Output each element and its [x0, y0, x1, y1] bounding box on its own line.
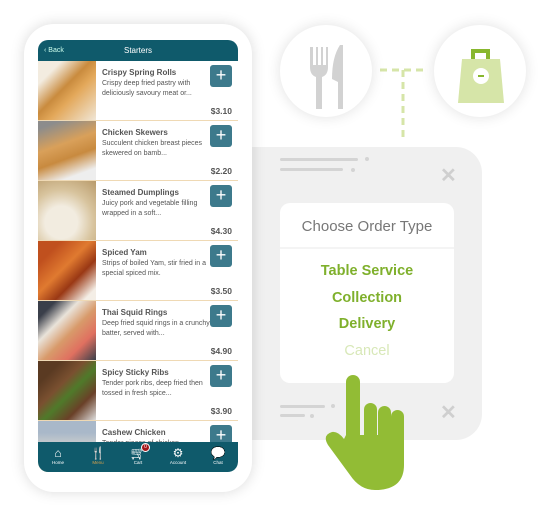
phone-screen: ‹ Back Starters Crispy Spring Rolls Cris…	[38, 40, 238, 472]
cart-icon: 🛒	[130, 446, 146, 460]
menu-item[interactable]: Spiced Yam Strips of boiled Yam, stir fr…	[38, 241, 238, 301]
add-button[interactable]: +	[210, 185, 232, 207]
pointing-hand-icon	[325, 375, 404, 490]
page-title: Starters	[123, 46, 152, 55]
gear-icon: ⚙	[172, 446, 184, 460]
chat-icon: 💬	[210, 446, 226, 460]
item-price: $3.10	[210, 106, 232, 116]
food-image	[38, 301, 96, 360]
food-image	[38, 61, 96, 120]
cart-badge: 0	[141, 443, 150, 452]
header-bar: ‹ Back Starters	[38, 40, 238, 61]
item-name: Spicy Sticky Ribs	[102, 368, 169, 377]
item-price: $3.50	[210, 286, 232, 296]
shopping-bag-icon	[458, 49, 504, 103]
plus-icon: +	[215, 365, 227, 385]
add-button[interactable]: +	[210, 65, 232, 87]
home-icon: ⌂	[54, 446, 62, 460]
add-button[interactable]: +	[210, 125, 232, 147]
option-collection[interactable]: Collection	[280, 285, 454, 312]
option-delivery[interactable]: Delivery	[280, 311, 454, 338]
tab-label: Chat	[213, 460, 223, 465]
menu-item[interactable]: Chicken Skewers Succulent chicken breast…	[38, 121, 238, 181]
plus-icon: +	[215, 245, 227, 265]
plus-icon: +	[215, 65, 227, 85]
item-name: Crispy Spring Rolls	[102, 68, 177, 77]
cutlery-icon: 🍴	[90, 446, 106, 460]
food-image	[38, 181, 96, 240]
menu-item[interactable]: Thai Squid Rings Deep fried squid rings …	[38, 301, 238, 361]
food-image	[38, 121, 96, 180]
dine-in-circle	[280, 25, 372, 117]
item-description: Crispy deep fried pastry with deliciousl…	[102, 80, 192, 97]
takeaway-circle	[434, 25, 526, 117]
tab-cart[interactable]: 🛒 Cart 0	[120, 442, 156, 472]
menu-item[interactable]: Steamed Dumplings Juicy pork and vegetab…	[38, 181, 238, 241]
item-price: $4.30	[210, 226, 232, 236]
tab-bar: ⌂ Home 🍴 Menu 🛒 Cart 0 ⚙ Account 💬 Chat	[38, 442, 238, 472]
item-description: Tender pork ribs, deep fried then tossed…	[102, 380, 203, 397]
food-image	[38, 241, 96, 300]
cutlery-icon	[310, 45, 343, 109]
plus-icon: +	[215, 185, 227, 205]
item-price: $2.20	[210, 166, 232, 176]
plus-icon: +	[215, 305, 227, 325]
tab-label: Home	[51, 460, 64, 465]
back-label: Back	[48, 47, 64, 54]
item-description: Juicy pork and vegetable filling wrapped…	[102, 200, 198, 217]
item-name: Chicken Skewers	[102, 128, 168, 137]
item-name: Thai Squid Rings	[102, 308, 168, 317]
menu-item[interactable]: Spicy Sticky Ribs Tender pork ribs, deep…	[38, 361, 238, 421]
item-description: Strips of boiled Yam, stir fried in a sp…	[102, 260, 207, 277]
plus-icon: +	[215, 125, 227, 145]
item-description: Succulent chicken breast pieces skewered…	[102, 140, 202, 157]
tab-chat[interactable]: 💬 Chat	[200, 442, 236, 472]
tab-label: Account	[169, 460, 187, 465]
option-table-service[interactable]: Table Service	[280, 258, 454, 285]
tab-label: Menu	[92, 460, 104, 465]
order-type-dialog: Choose Order Type Table Service Collecti…	[280, 203, 454, 383]
tab-menu[interactable]: 🍴 Menu	[80, 442, 116, 472]
cancel-button[interactable]: Cancel	[280, 338, 454, 365]
item-price: $4.90	[210, 346, 232, 356]
menu-item[interactable]: Crispy Spring Rolls Crispy deep fried pa…	[38, 61, 238, 121]
add-button[interactable]: +	[210, 365, 232, 387]
menu-list[interactable]: Crispy Spring Rolls Crispy deep fried pa…	[38, 61, 238, 472]
add-button[interactable]: +	[210, 245, 232, 267]
food-image	[38, 361, 96, 420]
tab-label: Cart	[133, 460, 143, 465]
item-price: $3.90	[210, 406, 232, 416]
tab-home[interactable]: ⌂ Home	[40, 442, 76, 472]
add-button[interactable]: +	[210, 305, 232, 327]
tab-account[interactable]: ⚙ Account	[160, 442, 196, 472]
item-name: Spiced Yam	[102, 248, 147, 257]
item-name: Cashew Chicken	[102, 428, 166, 437]
item-description: Deep fried squid rings in a crunchy batt…	[102, 320, 210, 337]
dialog-title: Choose Order Type	[280, 203, 454, 249]
back-button[interactable]: ‹ Back	[44, 40, 64, 61]
item-name: Steamed Dumplings	[102, 188, 179, 197]
